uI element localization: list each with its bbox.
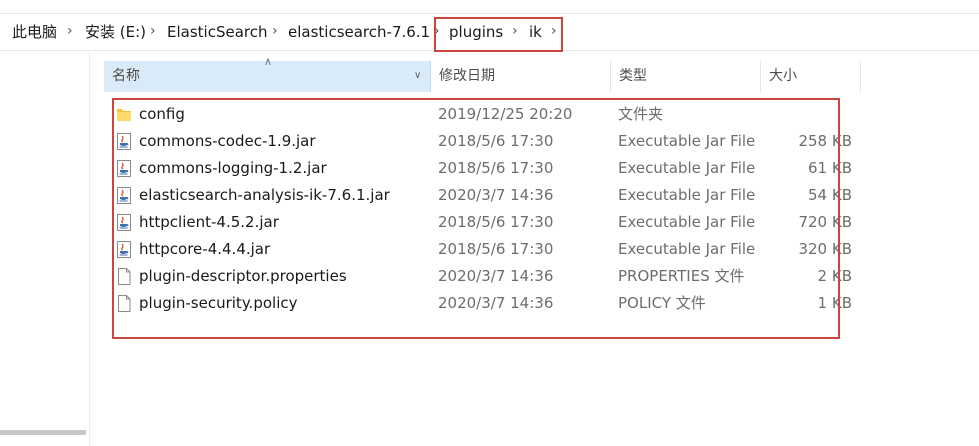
breadcrumb-drive-e[interactable]: 安装 (E:)	[85, 22, 146, 42]
navigation-pane-divider	[89, 52, 90, 446]
breadcrumb-plugins[interactable]: plugins	[449, 22, 503, 42]
file-date: 2018/5/6 17:30	[438, 213, 554, 231]
chevron-right-icon[interactable]: ›	[551, 21, 557, 41]
file-type: Executable Jar File	[618, 132, 756, 150]
java-jar-icon	[117, 133, 131, 150]
file-icon	[118, 268, 131, 285]
column-header-name-label: 名称	[112, 68, 140, 84]
file-name: commons-logging-1.2.jar	[139, 159, 327, 177]
file-size: 320 KB	[798, 240, 852, 258]
java-jar-icon	[117, 241, 131, 258]
file-size: 1 KB	[817, 294, 852, 312]
breadcrumb-ik[interactable]: ik	[529, 22, 542, 42]
file-date: 2020/3/7 14:36	[438, 186, 554, 204]
file-row-commons-logging[interactable]: commons-logging-1.2.jar 2018/5/6 17:30 E…	[112, 155, 852, 182]
file-name: plugin-descriptor.properties	[139, 267, 347, 285]
file-type: Executable Jar File	[618, 240, 756, 258]
chevron-right-icon[interactable]: ›	[67, 21, 73, 41]
file-date: 2020/3/7 14:36	[438, 294, 554, 312]
file-row-commons-codec[interactable]: commons-codec-1.9.jar 2018/5/6 17:30 Exe…	[112, 128, 852, 155]
chevron-down-icon[interactable]: ∨	[414, 70, 421, 82]
java-jar-icon	[117, 187, 131, 204]
file-name: elasticsearch-analysis-ik-7.6.1.jar	[139, 186, 390, 204]
file-row-config[interactable]: config 2019/12/25 20:20 文件夹	[112, 101, 852, 128]
file-row-httpcore[interactable]: httpcore-4.4.4.jar 2018/5/6 17:30 Execut…	[112, 236, 852, 263]
column-header-size[interactable]: 大小	[761, 61, 861, 92]
file-row-elasticsearch-analysis-ik[interactable]: elasticsearch-analysis-ik-7.6.1.jar 2020…	[112, 182, 852, 209]
file-type: Executable Jar File	[618, 213, 756, 231]
chevron-right-icon[interactable]: ›	[150, 21, 156, 41]
file-size: 54 KB	[808, 186, 852, 204]
sort-ascending-icon: ∧	[264, 55, 273, 68]
file-type: 文件夹	[618, 105, 664, 123]
folder-icon	[117, 109, 131, 121]
java-jar-icon	[117, 214, 131, 231]
file-date: 2019/12/25 20:20	[438, 105, 573, 123]
breadcrumb-elasticsearch[interactable]: ElasticSearch	[167, 22, 267, 42]
file-name: config	[139, 105, 185, 123]
file-type: Executable Jar File	[618, 186, 756, 204]
file-size: 258 KB	[798, 132, 852, 150]
file-name: commons-codec-1.9.jar	[139, 132, 316, 150]
file-date: 2018/5/6 17:30	[438, 132, 554, 150]
java-jar-icon	[117, 160, 131, 177]
breadcrumb-this-pc[interactable]: 此电脑	[12, 22, 57, 42]
column-header-size-label: 大小	[769, 68, 797, 84]
column-header-type[interactable]: 类型	[611, 61, 761, 92]
file-type: Executable Jar File	[618, 159, 756, 177]
file-date: 2020/3/7 14:36	[438, 267, 554, 285]
file-name: plugin-security.policy	[139, 294, 298, 312]
column-header-date[interactable]: 修改日期	[431, 61, 611, 92]
file-type: POLICY 文件	[618, 294, 706, 312]
navigation-pane-scrollbar[interactable]	[0, 430, 86, 435]
chevron-right-icon[interactable]: ›	[512, 21, 518, 41]
file-explorer-window: 此电脑 › 安装 (E:) › ElasticSearch › elastics…	[0, 0, 979, 446]
file-row-plugin-descriptor[interactable]: plugin-descriptor.properties 2020/3/7 14…	[112, 263, 852, 290]
file-type: PROPERTIES 文件	[618, 267, 745, 285]
file-date: 2018/5/6 17:30	[438, 159, 554, 177]
file-size: 61 KB	[808, 159, 852, 177]
column-header-type-label: 类型	[619, 68, 647, 84]
file-name: httpclient-4.5.2.jar	[139, 213, 279, 231]
file-size: 720 KB	[798, 213, 852, 231]
breadcrumb-elasticsearch-761[interactable]: elasticsearch-7.6.1	[288, 22, 430, 42]
file-row-plugin-security[interactable]: plugin-security.policy 2020/3/7 14:36 PO…	[112, 290, 852, 317]
file-name: httpcore-4.4.4.jar	[139, 240, 271, 258]
file-size: 2 KB	[817, 267, 852, 285]
file-date: 2018/5/6 17:30	[438, 240, 554, 258]
file-icon	[118, 295, 131, 312]
address-bar[interactable]: 此电脑 › 安装 (E:) › ElasticSearch › elastics…	[0, 13, 979, 51]
file-row-httpclient[interactable]: httpclient-4.5.2.jar 2018/5/6 17:30 Exec…	[112, 209, 852, 236]
chevron-right-icon[interactable]: ›	[434, 21, 440, 41]
chevron-right-icon[interactable]: ›	[272, 21, 278, 41]
column-header-date-label: 修改日期	[439, 68, 495, 84]
